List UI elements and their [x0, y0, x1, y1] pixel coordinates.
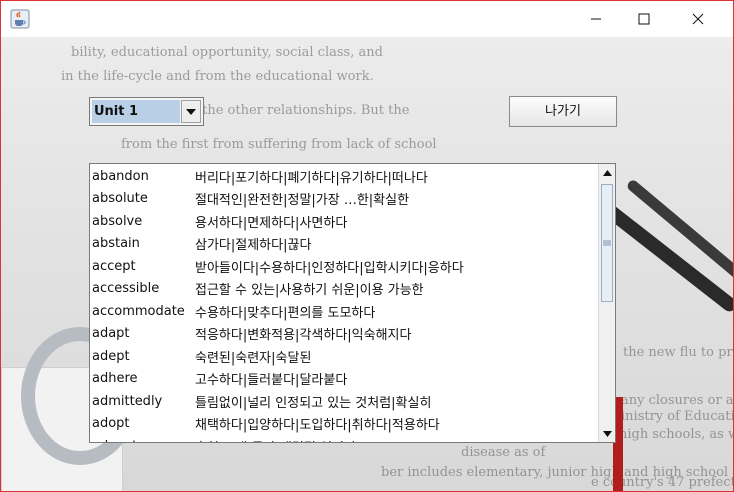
- word-text: adhere: [92, 371, 138, 387]
- word-list[interactable]: abandon 버리다|포기하다|폐기하다|유기하다|떠나다 absolute 절대적…: [89, 163, 616, 443]
- word-text: abandon: [92, 168, 149, 184]
- app-window: bility, educational opportunity, social …: [0, 0, 734, 492]
- word-text: adept: [92, 348, 130, 364]
- list-item[interactable]: adept 숙련된|숙련자|숙달된: [90, 345, 598, 368]
- scroll-down-button[interactable]: [599, 425, 615, 442]
- list-item[interactable]: abstain 삼가다|절제하다|끊다: [90, 233, 598, 256]
- list-item[interactable]: accommodate 수용하다|맞추다|편의를 도모하다: [90, 300, 598, 323]
- meaning-text: 접근할 수 있는|사용하기 쉬운|이용 가능한: [195, 283, 424, 299]
- minimize-icon: [591, 18, 601, 20]
- meaning-text: 수용하다|맞추다|편의를 도모하다: [195, 305, 376, 321]
- bg-text: high schools, as well: [619, 427, 733, 442]
- meaning-text: 절대적인|완전한|정말|가장 …한|확실한: [195, 193, 410, 209]
- word-text: admittedly: [92, 393, 163, 409]
- meaning-text: 채택하다|입양하다|도입하다|취하다|적용하다: [195, 418, 440, 434]
- arrow-down-icon: [602, 430, 612, 437]
- meaning-text: 삼가다|절제하다|끊다: [195, 238, 312, 254]
- bg-text: from the first from suffering from lack …: [121, 137, 437, 152]
- java-cup-icon: [10, 9, 30, 29]
- word-text: accommodate: [92, 303, 185, 319]
- unit-select-value[interactable]: Unit 1: [92, 100, 180, 123]
- list-item[interactable]: accessible 접근할 수 있는|사용하기 쉬운|이용 가능한: [90, 278, 598, 301]
- close-button[interactable]: [675, 1, 721, 37]
- bg-text: disease as of: [461, 445, 546, 460]
- minimize-button[interactable]: [573, 1, 619, 37]
- unit-select[interactable]: Unit 1: [89, 97, 204, 126]
- vertical-scrollbar[interactable]: [598, 164, 615, 442]
- word-text: absolute: [92, 191, 148, 207]
- meaning-text: 용서하다|면제하다|사면하다: [195, 215, 348, 231]
- list-item[interactable]: absolve 용서하다|면제하다|사면하다: [90, 210, 598, 233]
- scroll-up-button[interactable]: [599, 164, 615, 181]
- maximize-button[interactable]: [621, 1, 667, 37]
- bg-text: inistry of Education: [621, 409, 733, 424]
- list-item[interactable]: adapt 적응하다|변화적용|각색하다|익숙해지다: [90, 323, 598, 346]
- chevron-down-icon: [186, 108, 196, 115]
- list-item[interactable]: absolute 절대적인|완전한|정말|가장 …한|확실한: [90, 188, 598, 211]
- list-item[interactable]: abandon 버리다|포기하다|폐기하다|유기하다|떠나다: [90, 165, 598, 188]
- arrow-up-icon: [602, 169, 612, 176]
- dropdown-button[interactable]: [181, 100, 201, 123]
- exit-button[interactable]: 나가기: [509, 96, 617, 127]
- bg-text: in the life-cycle and from the education…: [61, 69, 374, 84]
- word-text: advent: [90, 439, 195, 442]
- close-icon: [692, 13, 704, 25]
- bg-text: the new flu to pre: [623, 345, 733, 360]
- meaning-text: 고수하다|들러붙다|달라붙다: [195, 373, 348, 389]
- content-area: bility, educational opportunity, social …: [1, 37, 733, 491]
- grip-icon: [603, 240, 611, 246]
- bg-text: any closures or are: [621, 393, 733, 408]
- scroll-thumb[interactable]: [601, 184, 613, 302]
- list-item[interactable]: admittedly 틀림없이|널리 인정되고 있는 것처럼|확실히: [90, 390, 598, 413]
- word-text: absolve: [92, 213, 143, 229]
- meaning-text: 적응하다|변화적용|각색하다|익숙해지다: [195, 328, 412, 344]
- meaning-text: 출현|도래|등장|대림절|임이난: [195, 437, 598, 442]
- list-item[interactable]: advent출현|도래|등장|대림절|임이난: [90, 435, 598, 442]
- title-bar[interactable]: [1, 1, 733, 37]
- word-text: adapt: [92, 326, 130, 342]
- word-text: adopt: [92, 416, 130, 432]
- maximize-icon: [638, 13, 650, 25]
- meaning-text: 받아들이다|수용하다|인정하다|입학시키다|응하다: [195, 260, 464, 276]
- meaning-text: 틀림없이|널리 인정되고 있는 것처럼|확실히: [195, 395, 432, 411]
- meaning-text: 버리다|포기하다|폐기하다|유기하다|떠나다: [195, 170, 428, 186]
- word-text: accessible: [92, 281, 160, 297]
- word-text: accept: [92, 258, 136, 274]
- list-item[interactable]: adhere 고수하다|들러붙다|달라붙다: [90, 368, 598, 391]
- list-item[interactable]: accept 받아들이다|수용하다|인정하다|입학시키다|응하다: [90, 255, 598, 278]
- meaning-text: 숙련된|숙련자|숙달된: [195, 350, 312, 366]
- word-text: abstain: [92, 236, 140, 252]
- word-list-rows: abandon 버리다|포기하다|폐기하다|유기하다|떠나다 absolute 절대적…: [90, 165, 598, 442]
- list-item[interactable]: adopt 채택하다|입양하다|도입하다|취하다|적용하다: [90, 413, 598, 436]
- bg-text: bility, educational opportunity, social …: [71, 45, 383, 60]
